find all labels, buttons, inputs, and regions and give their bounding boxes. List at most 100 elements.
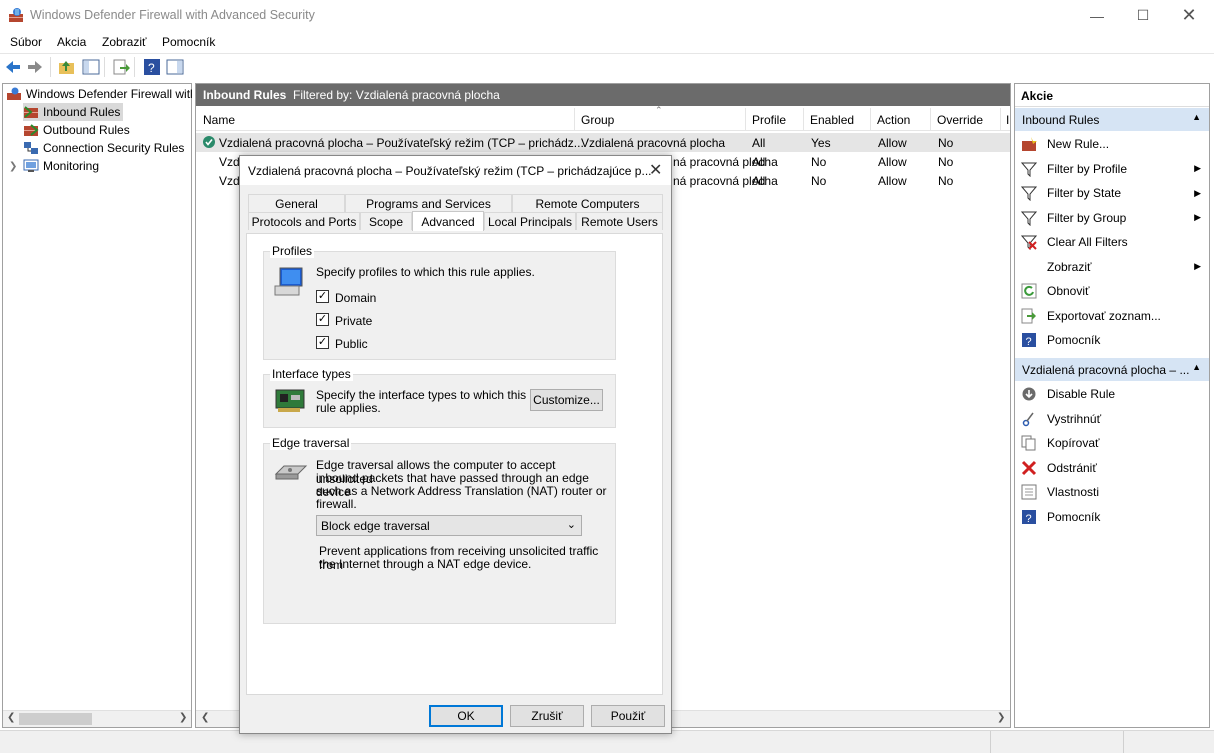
column-divider[interactable] bbox=[870, 108, 871, 130]
tab-scope[interactable]: Scope bbox=[360, 212, 412, 230]
action-item[interactable]: ? Pomocník bbox=[1015, 505, 1209, 529]
action-label: Pomocník bbox=[1047, 509, 1101, 524]
action-item[interactable]: Vlastnosti bbox=[1015, 480, 1209, 504]
scrollbar-thumb[interactable] bbox=[19, 713, 92, 725]
column-divider[interactable] bbox=[803, 108, 804, 130]
column-name[interactable]: Name bbox=[203, 113, 235, 127]
column-divider[interactable] bbox=[930, 108, 931, 130]
tree-item-inbound-rules[interactable]: Inbound Rules bbox=[23, 103, 124, 121]
connection-security-icon bbox=[23, 141, 39, 155]
tab-remote-computers[interactable]: Remote Computers bbox=[512, 194, 663, 212]
table-row[interactable]: Vzdialená pracovná plocha – Používateľsk… bbox=[196, 133, 1010, 152]
cell-action: Allow bbox=[878, 174, 907, 188]
tab-local-principals[interactable]: Local Principals bbox=[484, 212, 576, 230]
collapse-icon[interactable]: ▲ bbox=[1192, 362, 1201, 372]
public-label: Public bbox=[335, 337, 368, 351]
column-group[interactable]: Group bbox=[581, 113, 614, 127]
action-item[interactable]: Filter by State ▶ bbox=[1015, 181, 1209, 205]
tab-programs-and-services[interactable]: Programs and Services bbox=[345, 194, 512, 212]
tab-protocols-and-ports[interactable]: Protocols and Ports bbox=[248, 212, 360, 230]
column-divider[interactable] bbox=[1000, 108, 1001, 130]
menu-action[interactable]: Akcia bbox=[57, 35, 86, 49]
properties-icon bbox=[1021, 484, 1037, 500]
private-checkbox[interactable]: ✓ bbox=[316, 313, 329, 326]
action-item[interactable]: Vystrihnúť bbox=[1015, 407, 1209, 431]
action-item[interactable]: Clear All Filters bbox=[1015, 230, 1209, 254]
action-label: New Rule... bbox=[1047, 137, 1110, 151]
column-override[interactable]: Override bbox=[937, 113, 983, 127]
menu-file[interactable]: Súbor bbox=[10, 35, 42, 49]
pane-filter-text: Filtered by: Vzdialená pracovná plocha bbox=[293, 88, 500, 102]
disable-icon bbox=[1021, 386, 1037, 402]
action-item[interactable]: Odstrániť bbox=[1015, 456, 1209, 480]
action-item[interactable]: Obnoviť bbox=[1015, 279, 1209, 303]
action-item[interactable]: Filter by Group ▶ bbox=[1015, 206, 1209, 230]
cancel-button[interactable]: Zrušiť bbox=[510, 705, 584, 727]
svg-text:?: ? bbox=[1026, 513, 1032, 525]
column-divider[interactable] bbox=[745, 108, 746, 130]
customize-button[interactable]: Customize... bbox=[530, 389, 603, 411]
actions-section-inbound[interactable]: Inbound Rules ▲ bbox=[1015, 108, 1209, 131]
apply-button[interactable]: Použiť bbox=[591, 705, 665, 727]
collapse-icon[interactable]: ▲ bbox=[1192, 112, 1201, 122]
tab-remote-users[interactable]: Remote Users bbox=[576, 212, 663, 230]
column-overflow[interactable]: I bbox=[1006, 113, 1009, 127]
interface-types-group: Interface types Specify the interface ty… bbox=[263, 367, 616, 428]
action-item[interactable]: New Rule... bbox=[1015, 132, 1209, 156]
scroll-right-icon[interactable]: ❯ bbox=[997, 712, 1005, 723]
maximize-button[interactable]: ☐ bbox=[1120, 0, 1166, 31]
domain-checkbox[interactable]: ✓ bbox=[316, 290, 329, 303]
show-hide-action-pane-icon[interactable] bbox=[166, 58, 184, 76]
public-checkbox[interactable]: ✓ bbox=[316, 336, 329, 349]
expand-chevron-icon[interactable]: ❯ bbox=[9, 161, 23, 172]
action-item[interactable]: Kopírovať bbox=[1015, 431, 1209, 455]
cut-icon bbox=[1021, 411, 1037, 427]
dialog-close-icon[interactable]: ✕ bbox=[649, 160, 662, 180]
ok-button[interactable]: OK bbox=[429, 705, 503, 727]
export-list-icon[interactable] bbox=[112, 58, 130, 76]
tree-item-outbound-rules[interactable]: Outbound Rules bbox=[23, 121, 130, 139]
menu-help[interactable]: Pomocník bbox=[162, 35, 215, 49]
column-profile[interactable]: Profile bbox=[752, 113, 786, 127]
edge-description-line4: firewall. bbox=[316, 497, 357, 511]
scroll-left-icon[interactable]: ❮ bbox=[7, 712, 15, 723]
actions-section-rule[interactable]: Vzdialená pracovná plocha – ... ▲ bbox=[1015, 358, 1209, 381]
close-button[interactable]: ✕ bbox=[1166, 0, 1212, 31]
edge-traversal-select[interactable]: Block edge traversal ⌄ bbox=[316, 515, 582, 536]
column-action[interactable]: Action bbox=[877, 113, 910, 127]
dialog-title-bar: Vzdialená pracovná plocha – Používateľsk… bbox=[240, 156, 671, 185]
tree-item-monitoring[interactable]: ❯ Monitoring bbox=[9, 157, 99, 175]
help-icon[interactable]: ? bbox=[143, 58, 161, 76]
group-label: Interface types bbox=[270, 367, 353, 381]
menu-view[interactable]: Zobraziť bbox=[102, 35, 147, 49]
column-divider[interactable] bbox=[574, 108, 575, 130]
export-icon bbox=[1021, 308, 1037, 324]
scroll-left-icon[interactable]: ❮ bbox=[201, 712, 209, 723]
action-item[interactable]: Exportovať zoznam... bbox=[1015, 304, 1209, 328]
action-item[interactable]: Filter by Profile ▶ bbox=[1015, 157, 1209, 181]
action-item[interactable]: Disable Rule bbox=[1015, 382, 1209, 406]
tree-item-label: Inbound Rules bbox=[43, 105, 121, 119]
tab-general[interactable]: General bbox=[248, 194, 345, 212]
submenu-arrow-icon: ▶ bbox=[1194, 187, 1201, 198]
tree-horizontal-scrollbar[interactable]: ❮ ❯ bbox=[3, 710, 191, 727]
action-label: Disable Rule bbox=[1047, 387, 1116, 401]
forward-icon[interactable] bbox=[26, 58, 44, 76]
up-folder-icon[interactable] bbox=[58, 58, 76, 76]
outbound-rules-icon bbox=[23, 123, 39, 137]
tree-root[interactable]: Windows Defender Firewall witl bbox=[6, 85, 193, 103]
action-label: Filter by Group bbox=[1047, 210, 1127, 225]
scroll-right-icon[interactable]: ❯ bbox=[179, 712, 187, 723]
tab-advanced[interactable]: Advanced bbox=[412, 211, 484, 231]
action-item[interactable]: ? Pomocník bbox=[1015, 328, 1209, 352]
minimize-button[interactable]: — bbox=[1074, 0, 1120, 31]
back-icon[interactable] bbox=[4, 58, 22, 76]
action-item[interactable]: Zobraziť ▶ bbox=[1015, 255, 1209, 279]
blank-icon bbox=[1021, 259, 1037, 275]
show-hide-tree-icon[interactable] bbox=[82, 58, 100, 76]
column-enabled[interactable]: Enabled bbox=[810, 113, 854, 127]
group-label: Edge traversal bbox=[270, 436, 352, 450]
cell-name: Vzdialená pracovná plocha – Používateľsk… bbox=[219, 136, 584, 150]
tree-item-connection-security-rules[interactable]: Connection Security Rules bbox=[23, 139, 184, 157]
chevron-down-icon: ⌄ bbox=[566, 519, 576, 531]
